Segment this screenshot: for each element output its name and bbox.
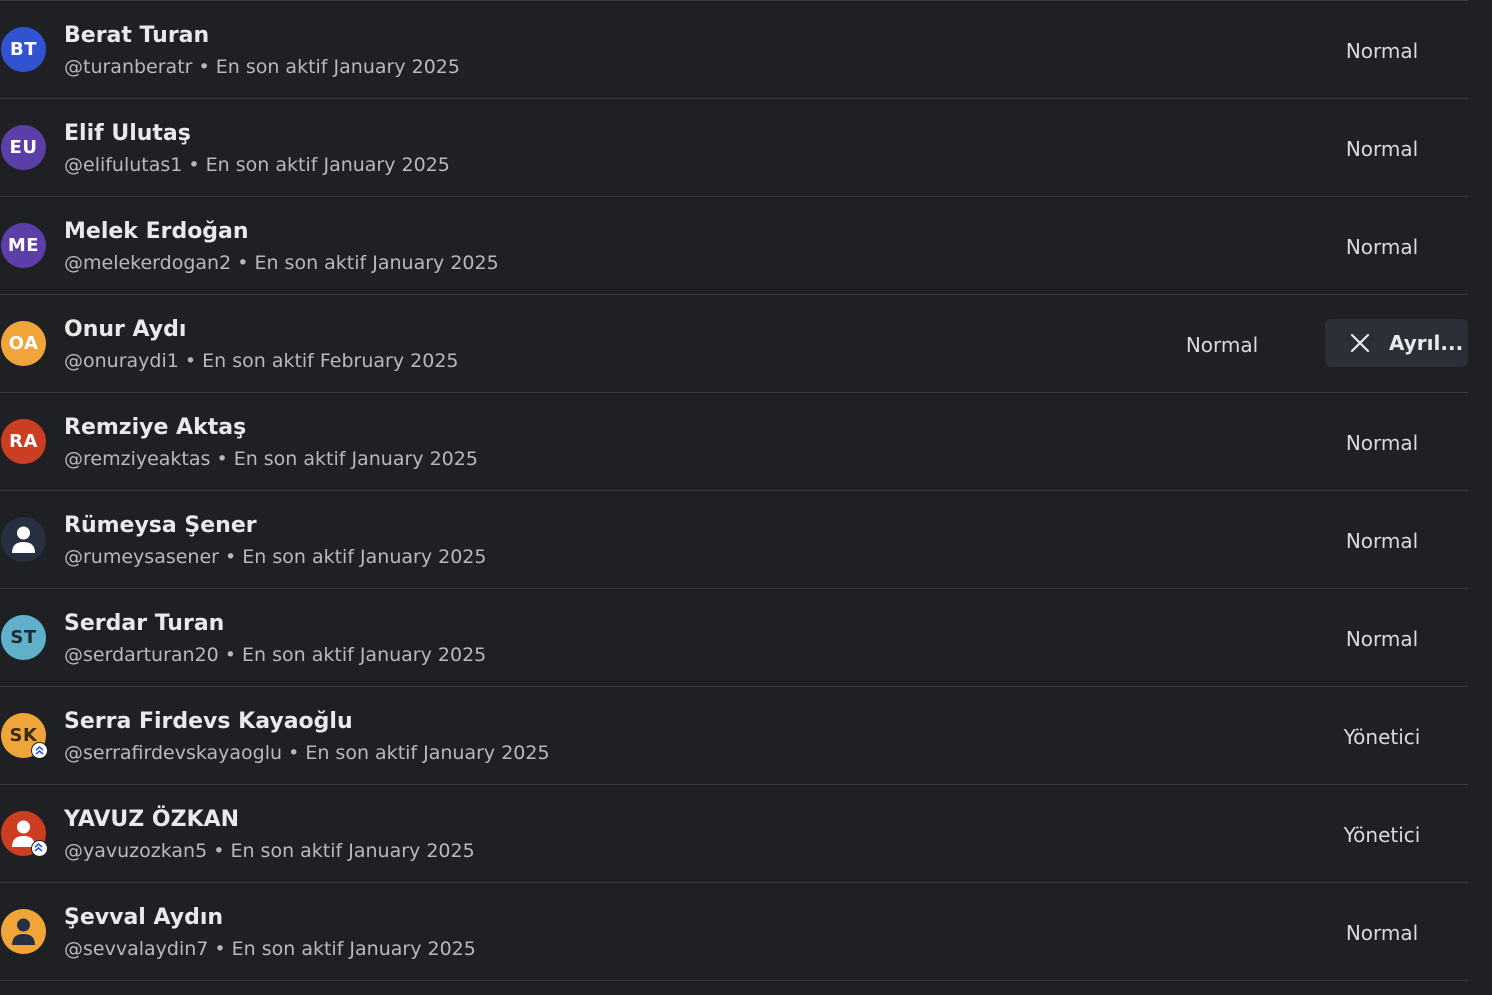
- role-label: Normal: [1345, 39, 1419, 63]
- user-silhouette-icon: [12, 918, 35, 945]
- member-meta: @melekerdogan2 • En son aktif January 20…: [64, 252, 499, 274]
- admin-badge: [31, 742, 48, 759]
- role-label: Normal: [1345, 627, 1419, 651]
- member-row[interactable]: YAVUZ ÖZKAN @yavuzozkan5 • En son aktif …: [0, 785, 1468, 883]
- member-row[interactable]: Rümeysa Şener @rumeysasener • En son akt…: [0, 491, 1468, 589]
- member-name[interactable]: Elif Ulutaş: [64, 121, 191, 146]
- avatar[interactable]: [1, 517, 46, 562]
- member-meta: @yavuzozkan5 • En son aktif January 2025: [64, 840, 475, 862]
- role-label: Normal: [1345, 137, 1419, 161]
- member-row[interactable]: ME Melek Erdoğan @melekerdogan2 • En son…: [0, 197, 1468, 295]
- member-name[interactable]: Berat Turan: [64, 23, 209, 48]
- member-meta: @sevvalaydin7 • En son aktif January 202…: [64, 938, 476, 960]
- member-meta: @turanberatr • En son aktif January 2025: [64, 56, 460, 78]
- avatar[interactable]: ME: [1, 223, 46, 268]
- member-meta: @serrafirdevskayaoglu • En son aktif Jan…: [64, 742, 550, 764]
- member-name[interactable]: Onur Aydı: [64, 317, 186, 342]
- member-name[interactable]: Serra Firdevs Kayaoğlu: [64, 709, 353, 734]
- avatar[interactable]: EU: [1, 125, 46, 170]
- member-name[interactable]: YAVUZ ÖZKAN: [64, 807, 239, 832]
- leave-button[interactable]: Ayrıl...: [1325, 319, 1468, 367]
- close-icon: [1350, 333, 1370, 353]
- member-name[interactable]: Melek Erdoğan: [64, 219, 249, 244]
- avatar[interactable]: BT: [1, 27, 46, 72]
- avatar[interactable]: [1, 811, 48, 857]
- avatar[interactable]: OA: [1, 321, 46, 366]
- role-label: Normal: [1185, 333, 1259, 357]
- avatar[interactable]: ST: [1, 615, 46, 660]
- chevron-up-icon: [34, 842, 43, 852]
- member-meta: @rumeysasener • En son aktif January 202…: [64, 546, 487, 568]
- member-list: BT Berat Turan @turanberatr • En son akt…: [0, 0, 1468, 981]
- chevron-up-icon: [35, 745, 44, 755]
- leave-button-label: Ayrıl...: [1389, 331, 1464, 355]
- member-row[interactable]: Şevval Aydın @sevvalaydin7 • En son akti…: [0, 883, 1468, 981]
- role-label: Normal: [1345, 529, 1419, 553]
- role-label: Normal: [1345, 235, 1419, 259]
- avatar[interactable]: [1, 909, 46, 954]
- member-meta: @serdarturan20 • En son aktif January 20…: [64, 644, 487, 666]
- member-name[interactable]: Rümeysa Şener: [64, 513, 257, 538]
- member-row[interactable]: RA Remziye Aktaş @remziyeaktas • En son …: [0, 393, 1468, 491]
- member-row[interactable]: SK Serra Firdevs Kayaoğlu @serrafirdevsk…: [0, 687, 1468, 785]
- avatar[interactable]: RA: [1, 419, 46, 464]
- role-label: Yönetici: [1343, 823, 1421, 847]
- member-meta: @onuraydi1 • En son aktif February 2025: [64, 350, 459, 372]
- member-row[interactable]: ST Serdar Turan @serdarturan20 • En son …: [0, 589, 1468, 687]
- member-name[interactable]: Serdar Turan: [64, 611, 224, 636]
- member-name[interactable]: Şevval Aydın: [64, 905, 223, 930]
- member-meta: @remziyeaktas • En son aktif January 202…: [64, 448, 478, 470]
- role-label: Normal: [1345, 431, 1419, 455]
- member-meta: @elifulutas1 • En son aktif January 2025: [64, 154, 450, 176]
- role-label: Yönetici: [1343, 725, 1421, 749]
- admin-badge: [31, 840, 48, 857]
- member-row[interactable]: OA Onur Aydı @onuraydi1 • En son aktif F…: [0, 295, 1468, 393]
- role-label: Normal: [1345, 921, 1419, 945]
- member-row[interactable]: BT Berat Turan @turanberatr • En son akt…: [0, 1, 1468, 99]
- user-silhouette-icon: [12, 526, 35, 553]
- avatar[interactable]: SK: [1, 713, 48, 759]
- member-row[interactable]: EU Elif Ulutaş @elifulutas1 • En son akt…: [0, 99, 1468, 197]
- member-name[interactable]: Remziye Aktaş: [64, 415, 246, 440]
